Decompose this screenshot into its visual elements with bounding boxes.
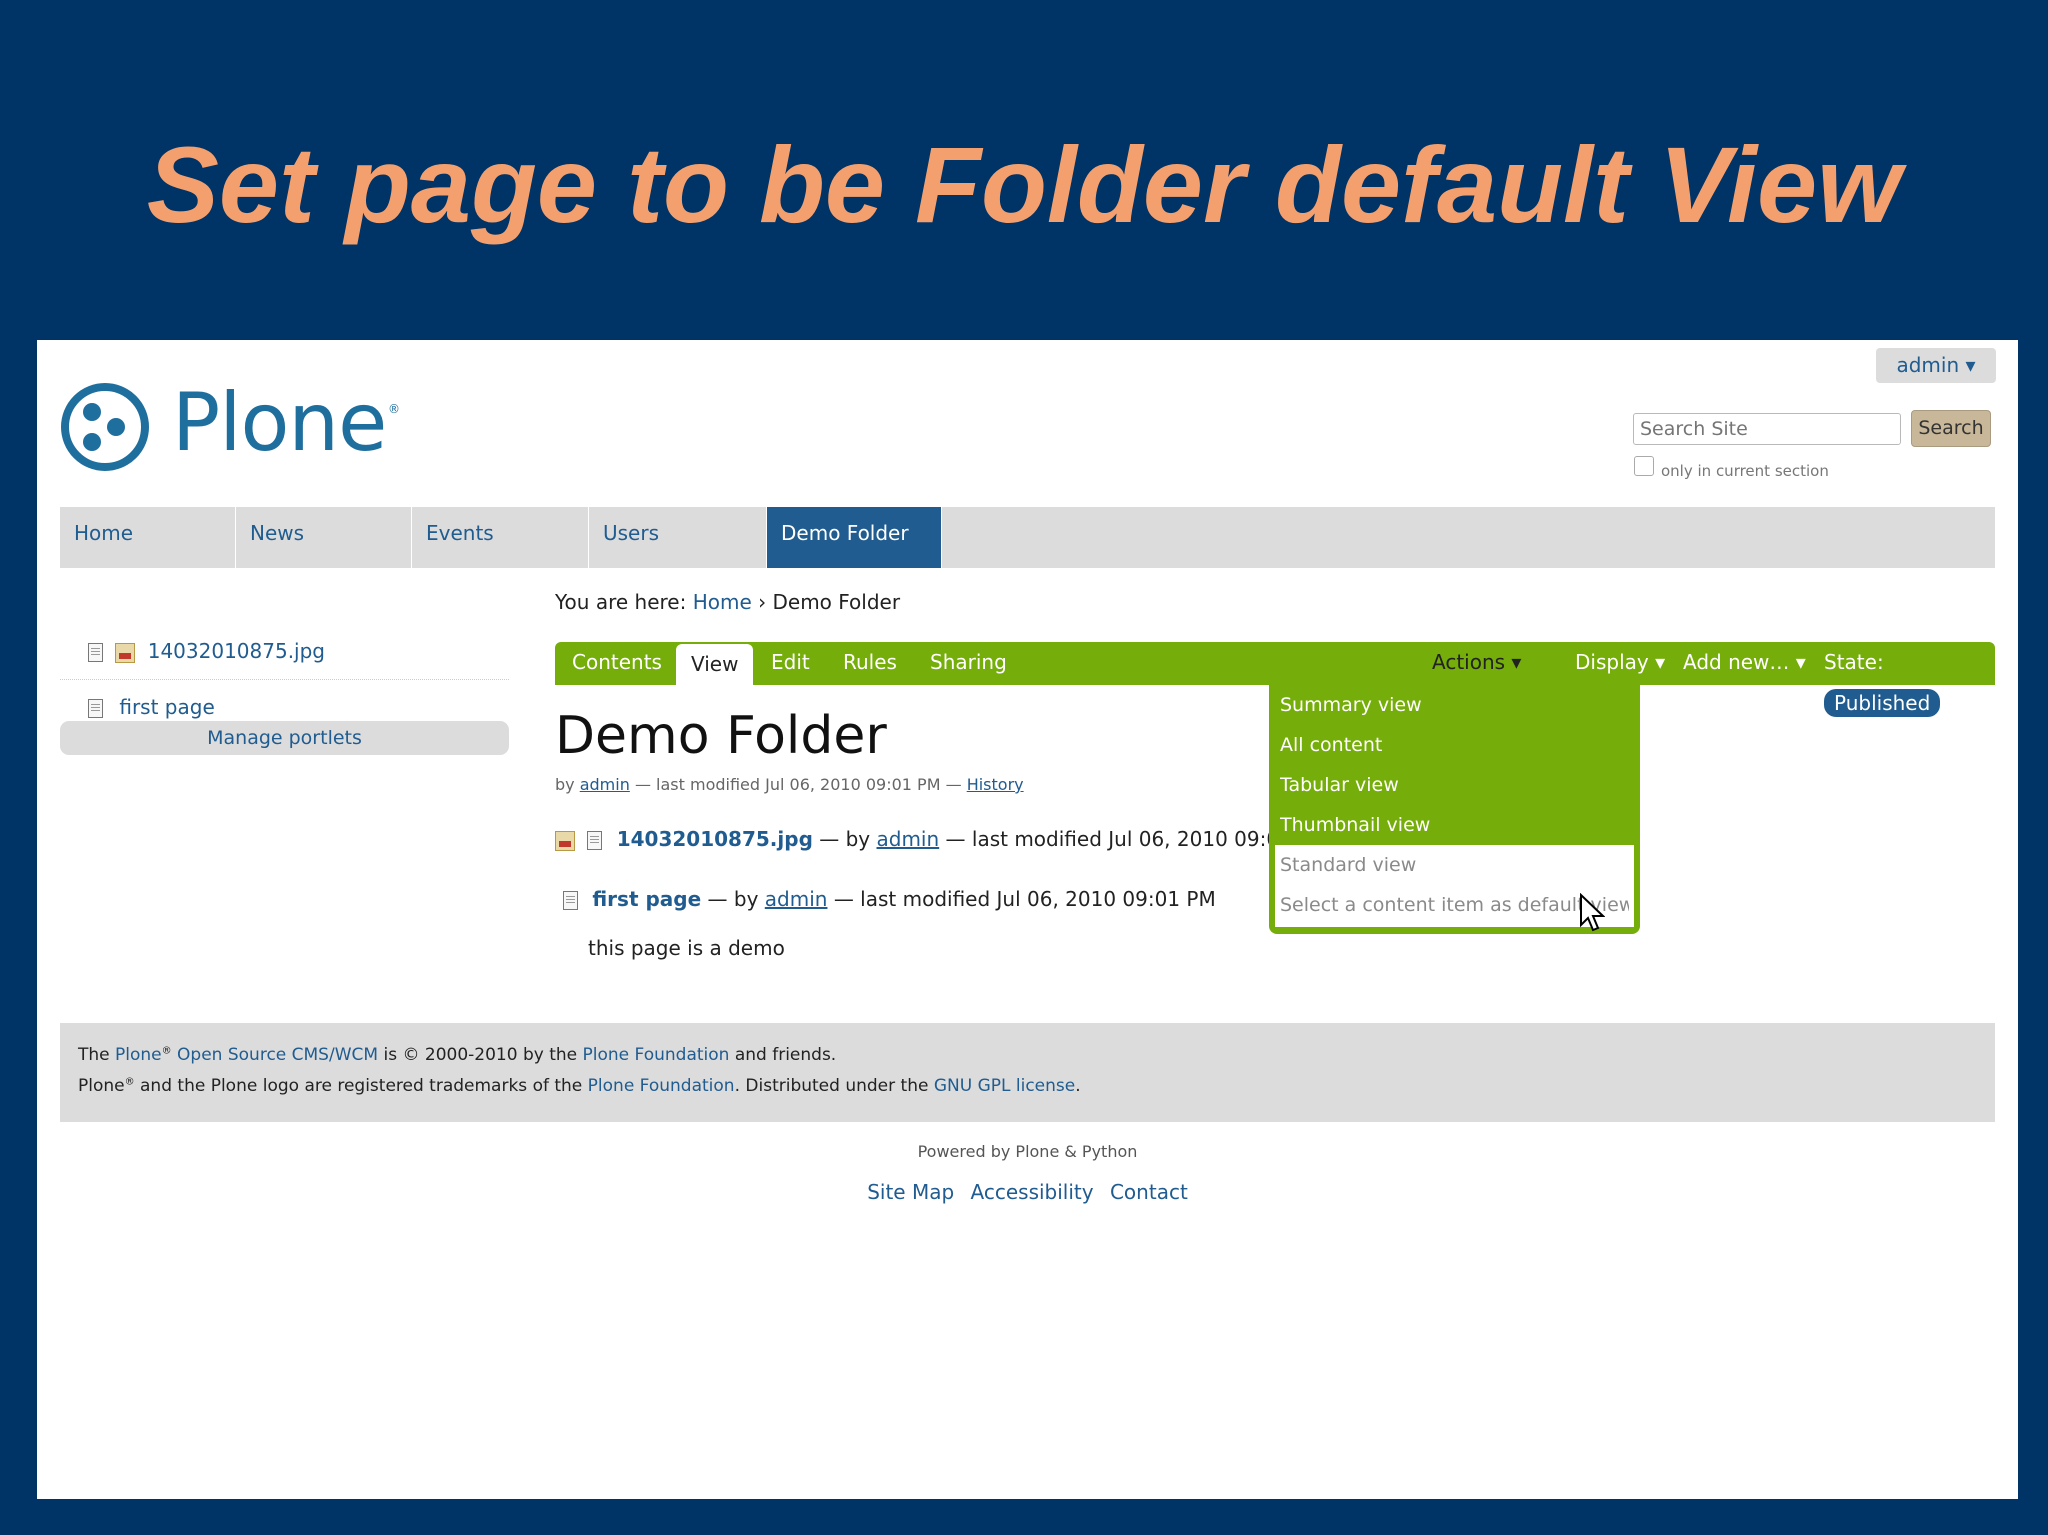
footer-cms-link[interactable]: Open Source CMS/WCM [177, 1045, 378, 1065]
footer-text: and friends. [734, 1045, 837, 1065]
tab-edit[interactable]: Edit [771, 642, 810, 685]
tab-contents[interactable]: Contents [572, 642, 662, 685]
footer-foundation-link[interactable]: Plone Foundation [588, 1076, 735, 1096]
listing-author-link[interactable]: admin [765, 887, 828, 911]
menu-item-select-default-item[interactable]: Select a content item as default view... [1280, 885, 1629, 925]
current-section-label: only in current section [1661, 462, 1829, 480]
registered-mark: ® [161, 1045, 172, 1057]
breadcrumb-home-link[interactable]: Home [693, 590, 752, 614]
nav-item-events[interactable]: Events [412, 507, 589, 568]
slide-title: Set page to be Folder default View [146, 124, 1902, 245]
listing-by: — by [707, 887, 759, 911]
portlet-item-label: 14032010875.jpg [147, 639, 325, 663]
footer-line-trademark: Plone® and the Plone logo are registered… [78, 1076, 1081, 1096]
plone-screenshot: admin ▾ Plone ® Search only in current s… [37, 340, 2018, 1499]
listing-modified: — last modified Jul 06, 2010 09:01 PM [833, 887, 1216, 911]
breadcrumb: You are here: Home › Demo Folder [555, 590, 900, 614]
list-item: 14032010875.jpg — by admin — last modifi… [555, 827, 1327, 851]
site-map-link[interactable]: Site Map [867, 1180, 954, 1204]
menu-item-standard-view[interactable]: Standard view [1280, 845, 1629, 885]
copyright-symbol: © [402, 1045, 420, 1065]
breadcrumb-current: Demo Folder [772, 590, 901, 614]
search-button[interactable]: Search [1911, 410, 1991, 447]
footer-text: is [383, 1045, 398, 1065]
site-actions: Site Map Accessibility Contact [37, 1180, 2018, 1204]
plone-logo-icon [61, 383, 149, 471]
registered-mark: ® [124, 1076, 135, 1088]
byline-author-link[interactable]: admin [580, 775, 630, 794]
history-link[interactable]: History [967, 775, 1024, 794]
nav-item-news[interactable]: News [236, 507, 412, 568]
logo-text[interactable]: Plone [172, 378, 387, 468]
accessibility-link[interactable]: Accessibility [971, 1180, 1094, 1204]
chevron-down-icon: ▾ [1946, 691, 1957, 715]
breadcrumb-prefix: You are here: [555, 590, 687, 614]
manage-portlets-button[interactable]: Manage portlets [60, 721, 509, 755]
footer-license-link[interactable]: GNU GPL license [934, 1076, 1075, 1096]
nav-item-demo-folder[interactable]: Demo Folder [767, 507, 942, 568]
current-section-checkbox[interactable] [1634, 456, 1654, 476]
image-icon [555, 830, 575, 851]
logo-registered-mark: ® [388, 402, 400, 416]
tab-sharing[interactable]: Sharing [930, 642, 1007, 685]
global-navigation: Home News Events Users Demo Folder [60, 507, 1995, 568]
footer-text: Plone [78, 1076, 125, 1096]
document-icon [563, 891, 578, 910]
image-icon [115, 642, 136, 663]
footer-foundation-link[interactable]: Plone Foundation [583, 1045, 730, 1065]
portlet-item-label: first page [119, 695, 215, 719]
footer-text: and the Plone logo are registered tradem… [140, 1076, 583, 1096]
tab-rules[interactable]: Rules [843, 642, 897, 685]
document-icon [587, 831, 603, 850]
footer-text: The [78, 1045, 110, 1065]
footer-text: . [1075, 1076, 1081, 1096]
breadcrumb-separator: › [758, 590, 767, 614]
document-icon [88, 643, 103, 662]
user-menu-button[interactable]: admin ▾ [1876, 348, 1996, 383]
listing-author-link[interactable]: admin [877, 827, 940, 851]
footer-plone-link[interactable]: Plone [115, 1045, 162, 1065]
add-new-menu[interactable]: Add new… ▾ [1683, 642, 1806, 685]
list-item: first page — by admin — last modified Ju… [555, 887, 1216, 911]
listing-item-title-link[interactable]: first page [592, 887, 701, 911]
search-input[interactable] [1633, 413, 1901, 445]
nav-item-users[interactable]: Users [589, 507, 767, 568]
byline-by: by [555, 775, 575, 794]
nav-item-home[interactable]: Home [60, 507, 236, 568]
menu-item-all-content[interactable]: All content [1280, 725, 1629, 765]
actions-menu[interactable]: Actions ▾ [1432, 642, 1521, 685]
portlet-item-image[interactable]: 14032010875.jpg [60, 623, 509, 680]
content-tabs-bar: Contents View Edit Rules Sharing Actions… [555, 642, 1995, 717]
footer-text: 2000-2010 by the [424, 1045, 578, 1065]
menu-item-summary-view[interactable]: Summary view [1280, 685, 1629, 725]
footer-line-copyright: The Plone® Open Source CMS/WCM is © 2000… [78, 1045, 836, 1065]
state-menu[interactable]: State: Published ▾ [1824, 642, 1995, 717]
tab-view[interactable]: View [676, 644, 754, 687]
menu-item-tabular-view[interactable]: Tabular view [1280, 765, 1629, 805]
document-byline: by admin — last modified Jul 06, 2010 09… [555, 775, 1024, 794]
listing-item-description: this page is a demo [588, 936, 785, 960]
powered-by-text: Powered by Plone & Python [917, 1142, 1138, 1161]
mouse-pointer-icon [1580, 893, 1605, 932]
menu-item-thumbnail-view[interactable]: Thumbnail view [1280, 805, 1629, 845]
byline-modified: — last modified Jul 06, 2010 09:01 PM — [634, 775, 962, 794]
listing-by: — by [819, 827, 871, 851]
document-icon [88, 699, 103, 718]
page-title: Demo Folder [555, 706, 887, 766]
footer: The Plone® Open Source CMS/WCM is © 2000… [60, 1023, 1995, 1122]
footer-text: . Distributed under the [734, 1076, 929, 1096]
listing-item-title-link[interactable]: 14032010875.jpg [617, 827, 813, 851]
state-badge: Published [1824, 689, 1941, 717]
contact-link[interactable]: Contact [1110, 1180, 1188, 1204]
state-label: State: [1824, 650, 1884, 674]
display-menu[interactable]: Display ▾ [1575, 642, 1665, 685]
